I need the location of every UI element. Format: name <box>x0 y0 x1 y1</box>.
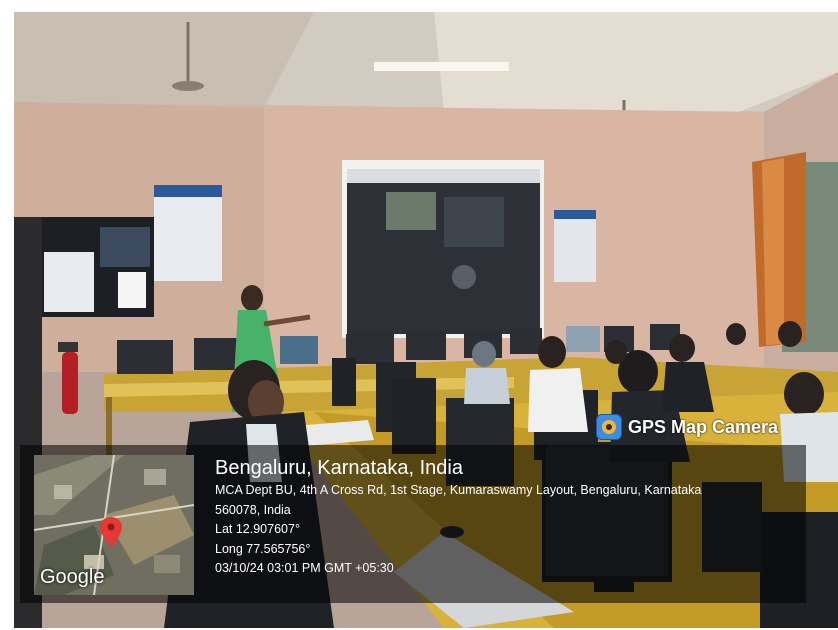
gps-camera-brand-name: GPS Map Camera <box>628 416 779 437</box>
longitude: Long 77.565756° <box>215 541 311 556</box>
map-google-label: Google <box>40 566 105 588</box>
address-line-2: 560078, India <box>215 502 291 517</box>
timestamp: 03/10/24 03:01 PM GMT +05:30 <box>215 561 394 575</box>
latitude: Lat 12.907607° <box>215 522 300 536</box>
location-city: Bengaluru, Karnataka, India <box>215 457 463 479</box>
map-thumbnail: Google <box>34 455 194 595</box>
location-details: Bengaluru, Karnataka, India MCA Dept BU,… <box>215 455 701 579</box>
gps-info-overlay: Google Bengaluru, Karnataka, India MCA D… <box>20 445 806 603</box>
gps-camera-logo-icon <box>596 414 622 440</box>
gps-camera-brand: GPS Map Camera <box>596 414 778 440</box>
address-line-1: MCA Dept BU, 4th A Cross Rd, 1st Stage, … <box>215 483 702 497</box>
